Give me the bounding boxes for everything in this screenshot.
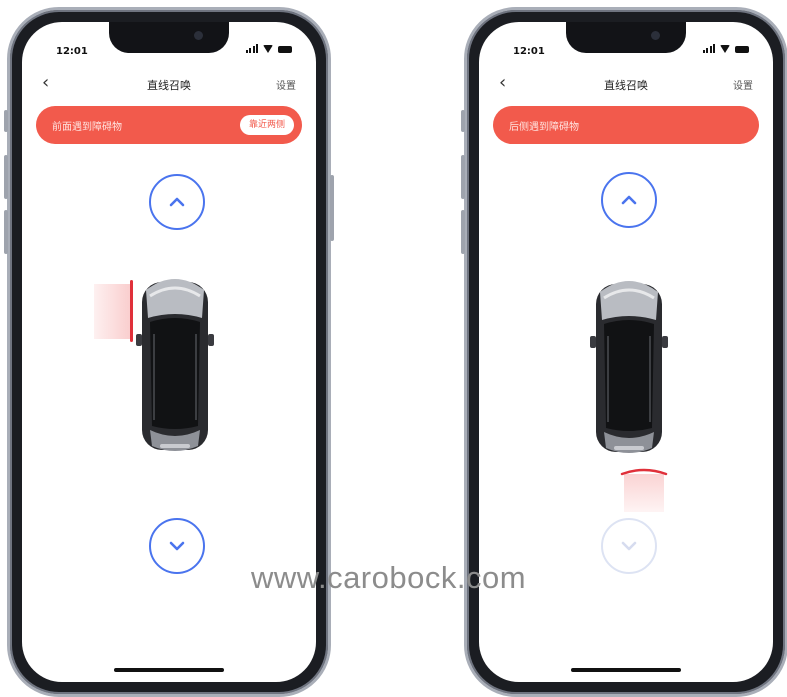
mute-switch bbox=[461, 110, 465, 132]
status-icons bbox=[245, 44, 292, 53]
battery-icon bbox=[735, 46, 749, 53]
settings-button[interactable]: 设置 bbox=[276, 77, 296, 92]
page-title: 直线召唤 bbox=[147, 79, 191, 92]
obstacle-zone-rear bbox=[624, 474, 664, 512]
obstacle-alert-banner: 后侧遇到障碍物 bbox=[493, 106, 759, 144]
home-indicator bbox=[571, 668, 681, 672]
status-time: 12:01 bbox=[56, 46, 88, 57]
chevron-down-icon bbox=[621, 541, 637, 551]
car-top-view bbox=[590, 281, 668, 453]
wifi-icon bbox=[720, 45, 730, 53]
status-icons bbox=[702, 44, 749, 53]
settings-button[interactable]: 设置 bbox=[733, 77, 753, 92]
volume-down-button bbox=[4, 210, 8, 254]
volume-down-button bbox=[461, 210, 465, 254]
wifi-icon bbox=[263, 45, 273, 53]
obstacle-marker-line bbox=[130, 280, 133, 342]
notch bbox=[109, 22, 229, 53]
move-backward-button[interactable] bbox=[149, 518, 205, 574]
volume-up-button bbox=[4, 155, 8, 199]
chevron-up-icon bbox=[169, 197, 185, 207]
page-title: 直线召唤 bbox=[604, 79, 648, 92]
notch bbox=[566, 22, 686, 53]
obstacle-alert-banner: 前面遇到障碍物 靠近两侧 bbox=[36, 106, 302, 144]
car-top-view bbox=[136, 279, 214, 451]
alert-text: 前面遇到障碍物 bbox=[52, 122, 122, 133]
signal-icon bbox=[245, 44, 258, 53]
alert-text: 后侧遇到障碍物 bbox=[509, 122, 579, 133]
mute-switch bbox=[4, 110, 8, 132]
move-backward-button-disabled bbox=[601, 518, 657, 574]
watermark-text: www.carobock.com bbox=[251, 560, 527, 595]
home-indicator bbox=[114, 668, 224, 672]
alert-action-button[interactable]: 靠近两侧 bbox=[239, 115, 294, 135]
volume-up-button bbox=[461, 155, 465, 199]
obstacle-zone-front-left bbox=[94, 284, 132, 339]
status-time: 12:01 bbox=[513, 46, 545, 57]
move-forward-button[interactable] bbox=[149, 174, 205, 230]
move-forward-button[interactable] bbox=[601, 172, 657, 228]
chevron-down-icon bbox=[169, 541, 185, 551]
signal-icon bbox=[702, 44, 715, 53]
chevron-up-icon bbox=[621, 195, 637, 205]
battery-icon bbox=[278, 46, 292, 53]
power-button bbox=[330, 175, 334, 241]
